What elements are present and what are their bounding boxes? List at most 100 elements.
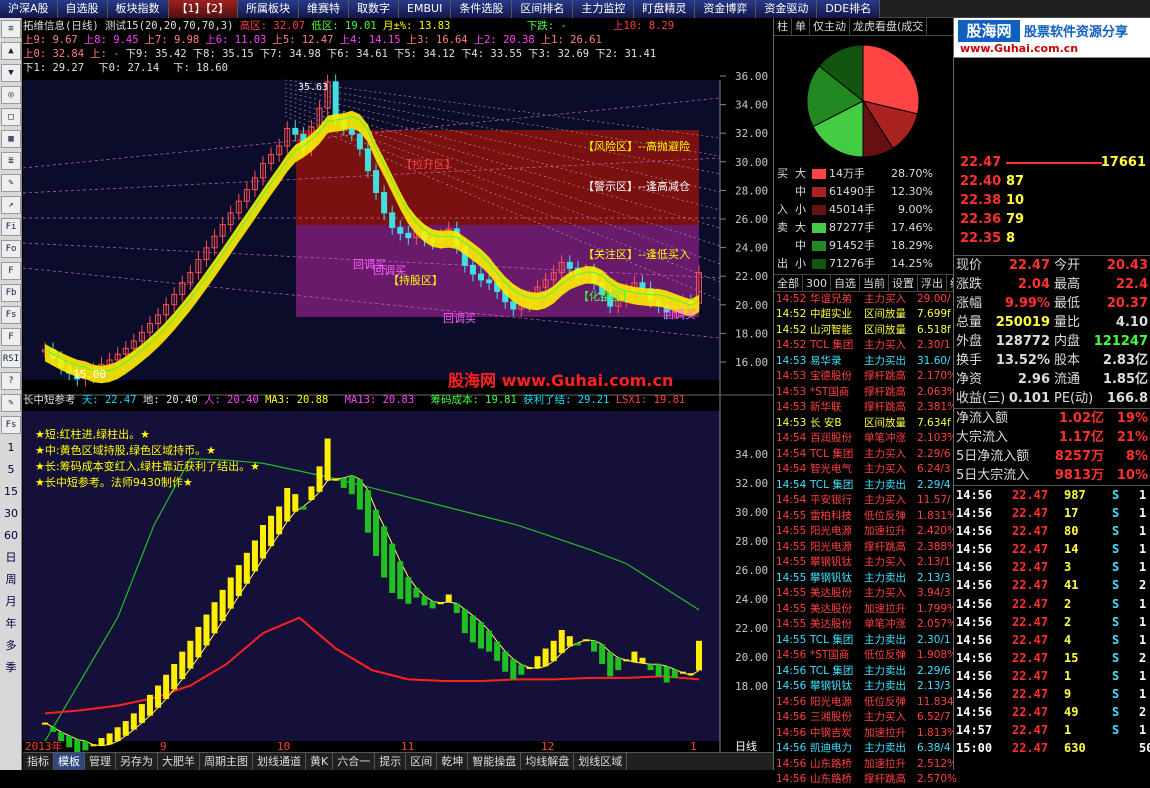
- menu-item-13[interactable]: 资金驱动: [756, 0, 818, 18]
- bottom-tab-1[interactable]: 模板: [54, 753, 85, 770]
- monitor-row[interactable]: 14:56 三湘股份 主力买入 6.52/7: [774, 710, 953, 726]
- panel1-tab-2[interactable]: 仅主动: [810, 18, 850, 35]
- monitor-row[interactable]: 14:55 阳光电源 加速拉升 2.420%: [774, 524, 957, 540]
- toolbar-button-12[interactable]: Fb: [1, 284, 21, 302]
- menu-item-4[interactable]: 所属板块: [238, 0, 300, 18]
- monitor-row[interactable]: 14:52 中超实业 区间放量 7.699f: [774, 307, 953, 323]
- bottom-tab-12[interactable]: 智能操盘: [468, 753, 522, 770]
- monitor-row[interactable]: 14:55 TCL 集团 主力卖出 2.30/1: [774, 633, 953, 649]
- monitor-row[interactable]: 14:53 *ST国商 撑杆跳高 2.063%: [774, 385, 957, 401]
- toolbar-button-23[interactable]: 60: [1, 526, 21, 546]
- bottom-tab-2[interactable]: 管理: [85, 753, 116, 770]
- menu-item-11[interactable]: 盯盘精灵: [634, 0, 696, 18]
- toolbar-button-15[interactable]: RSI: [1, 350, 21, 368]
- kline-chart[interactable]: 36.00 34.00 32.00 30.00 28.00 26.00 24.00 22.00…: [22, 18, 773, 754]
- menu-item-10[interactable]: 主力监控: [573, 0, 635, 18]
- monitor-row[interactable]: 14:56 中钢吉炭 加速拉升 1.813%: [774, 726, 957, 742]
- monitor-row[interactable]: 14:54 TCL 集团 主力买入 2.29/6: [774, 447, 953, 463]
- monitor-row[interactable]: 14:55 美达股份 加速拉升 1.799%: [774, 602, 957, 618]
- monitor-row[interactable]: 14:55 攀钢钒钛 主力卖出 2.13/3: [774, 571, 953, 587]
- monitor-tab-2[interactable]: 自选: [831, 274, 860, 291]
- monitor-tab-5[interactable]: 浮出: [918, 274, 947, 291]
- monitor-row[interactable]: 14:53 长 安B 区间放量 7.634f: [774, 416, 953, 432]
- toolbar-button-26[interactable]: 月: [1, 592, 21, 612]
- toolbar-button-4[interactable]: □: [1, 108, 21, 126]
- bottom-tab-11[interactable]: 乾坤: [437, 753, 469, 770]
- toolbar-button-21[interactable]: 15: [1, 482, 21, 502]
- toolbar-button-7[interactable]: ✎: [1, 174, 21, 192]
- toolbar-button-14[interactable]: F: [1, 328, 21, 346]
- monitor-row[interactable]: 14:55 攀钢钒钛 主力买入 2.13/1: [774, 555, 953, 571]
- monitor-row[interactable]: 14:54 平安银行 主力买入 11.57/: [774, 493, 953, 509]
- toolbar-button-27[interactable]: 年: [1, 614, 21, 634]
- toolbar-button-20[interactable]: 5: [1, 460, 21, 480]
- toolbar-button-18[interactable]: Fs: [1, 416, 21, 434]
- monitor-row[interactable]: 14:54 TCL 集团 主力卖出 2.29/4: [774, 478, 953, 494]
- toolbar-button-22[interactable]: 30: [1, 504, 21, 524]
- bottom-tab-8[interactable]: 六合一: [333, 753, 376, 770]
- toolbar-button-1[interactable]: ▲: [1, 42, 21, 60]
- menu-item-14[interactable]: DDE排名: [817, 0, 881, 18]
- toolbar-button-16[interactable]: ?: [1, 372, 21, 390]
- monitor-tab-1[interactable]: 300: [803, 274, 831, 291]
- panel1-tab-3[interactable]: 龙虎看盘(成交: [850, 18, 928, 35]
- monitor-row[interactable]: 14:53 易华录 主力买出 31.60/: [774, 354, 953, 370]
- monitor-row[interactable]: 14:55 美达股份 单笔冲涨 2.057%: [774, 617, 957, 633]
- toolbar-button-13[interactable]: Fs: [1, 306, 21, 324]
- monitor-row[interactable]: 14:52 华谊兄弟 主力买入 29.00/: [774, 292, 953, 308]
- toolbar-button-29[interactable]: 季: [1, 658, 21, 678]
- toolbar-button-25[interactable]: 周: [1, 570, 21, 590]
- toolbar-button-24[interactable]: 日: [1, 548, 21, 568]
- toolbar-button-6[interactable]: ≣: [1, 152, 21, 170]
- bottom-tab-5[interactable]: 周期主图: [200, 753, 253, 770]
- monitor-row[interactable]: 14:54 百润股份 单笔冲涨 2.103%: [774, 431, 957, 447]
- monitor-row[interactable]: 14:53 宝德股份 撑杆跳高 2.170%: [774, 369, 957, 385]
- monitor-tab-0[interactable]: 全部: [774, 274, 803, 291]
- menu-item-7[interactable]: EMBUI: [399, 0, 452, 18]
- toolbar-button-10[interactable]: Fo: [1, 240, 21, 258]
- toolbar-button-0[interactable]: ≡: [1, 20, 21, 38]
- menu-item-6[interactable]: 取数字: [349, 0, 400, 18]
- toolbar-button-19[interactable]: 1: [1, 438, 21, 458]
- monitor-row[interactable]: 14:52 TCL 集团 主力买入 2.30/1: [774, 338, 953, 354]
- menu-item-8[interactable]: 条件选股: [451, 0, 513, 18]
- monitor-row[interactable]: 14:53 新华联 撑杆跳高 2.381%: [774, 400, 957, 416]
- bottom-tab-0[interactable]: 指标: [23, 753, 54, 770]
- bottom-tab-6[interactable]: 划线通道: [253, 753, 306, 770]
- bottom-tab-4[interactable]: 大肥羊: [158, 753, 200, 770]
- toolbar-button-17[interactable]: ✎: [1, 394, 21, 412]
- toolbar-button-9[interactable]: Fi: [1, 218, 21, 236]
- bottom-tab-9[interactable]: 提示: [375, 753, 407, 770]
- toolbar-button-28[interactable]: 多: [1, 636, 21, 656]
- bottom-tab-3[interactable]: 另存为: [116, 753, 158, 770]
- monitor-row[interactable]: 14:56 阳光电源 低位反弹 11.834: [774, 695, 954, 711]
- menu-item-9[interactable]: 区间排名: [512, 0, 574, 18]
- monitor-row[interactable]: 14:56 凯迪电力 主力卖出 6.38/4: [774, 741, 953, 757]
- panel1-tab-1[interactable]: 单: [792, 18, 810, 35]
- toolbar-button-8[interactable]: ↗: [1, 196, 21, 214]
- monitor-row[interactable]: 14:56 攀钢钒钛 主力卖出 2.13/3: [774, 679, 953, 695]
- monitor-row[interactable]: 14:55 雷柏科技 低位反弹 1.831%: [774, 509, 957, 525]
- menu-item-2[interactable]: 板块指数: [107, 0, 169, 18]
- panel1-tab-0[interactable]: 柱: [774, 18, 792, 35]
- monitor-row[interactable]: 14:54 智光电气 主力买入 6.24/3: [774, 462, 953, 478]
- bottom-tab-13[interactable]: 均线解盘: [521, 753, 575, 770]
- monitor-row[interactable]: 14:56 TCL 集团 主力卖出 2.29/6: [774, 664, 953, 680]
- bottom-tab-14[interactable]: 划线区域: [574, 753, 628, 770]
- menu-item-1[interactable]: 自选股: [57, 0, 108, 18]
- menu-item-3[interactable]: 【1】【2】: [168, 0, 239, 18]
- monitor-row[interactable]: 14:56 *ST国商 低位反弹 1.908%: [774, 648, 957, 664]
- toolbar-button-11[interactable]: F: [1, 262, 21, 280]
- monitor-row[interactable]: 14:56 山东路桥 撑杆跳高 2.570%: [774, 772, 957, 788]
- toolbar-button-3[interactable]: ◎: [1, 86, 21, 104]
- bottom-tab-7[interactable]: 黄K: [306, 753, 334, 770]
- menu-item-12[interactable]: 资金博弈: [695, 0, 757, 18]
- monitor-row[interactable]: 14:52 山河智能 区间放量 6.518f: [774, 323, 953, 339]
- monitor-tab-4[interactable]: 设置: [889, 274, 918, 291]
- main-chart-area[interactable]: 36.00 34.00 32.00 30.00 28.00 26.00 24.00 22.00…: [22, 18, 773, 758]
- toolbar-button-5[interactable]: ▦: [1, 130, 21, 148]
- toolbar-button-2[interactable]: ▼: [1, 64, 21, 82]
- menu-item-0[interactable]: 沪深A股: [0, 0, 58, 18]
- monitor-row[interactable]: 14:55 美达股份 主力买入 3.94/3: [774, 586, 953, 602]
- monitor-row[interactable]: 14:55 阳光电源 撑杆跳高 2.388%: [774, 540, 957, 556]
